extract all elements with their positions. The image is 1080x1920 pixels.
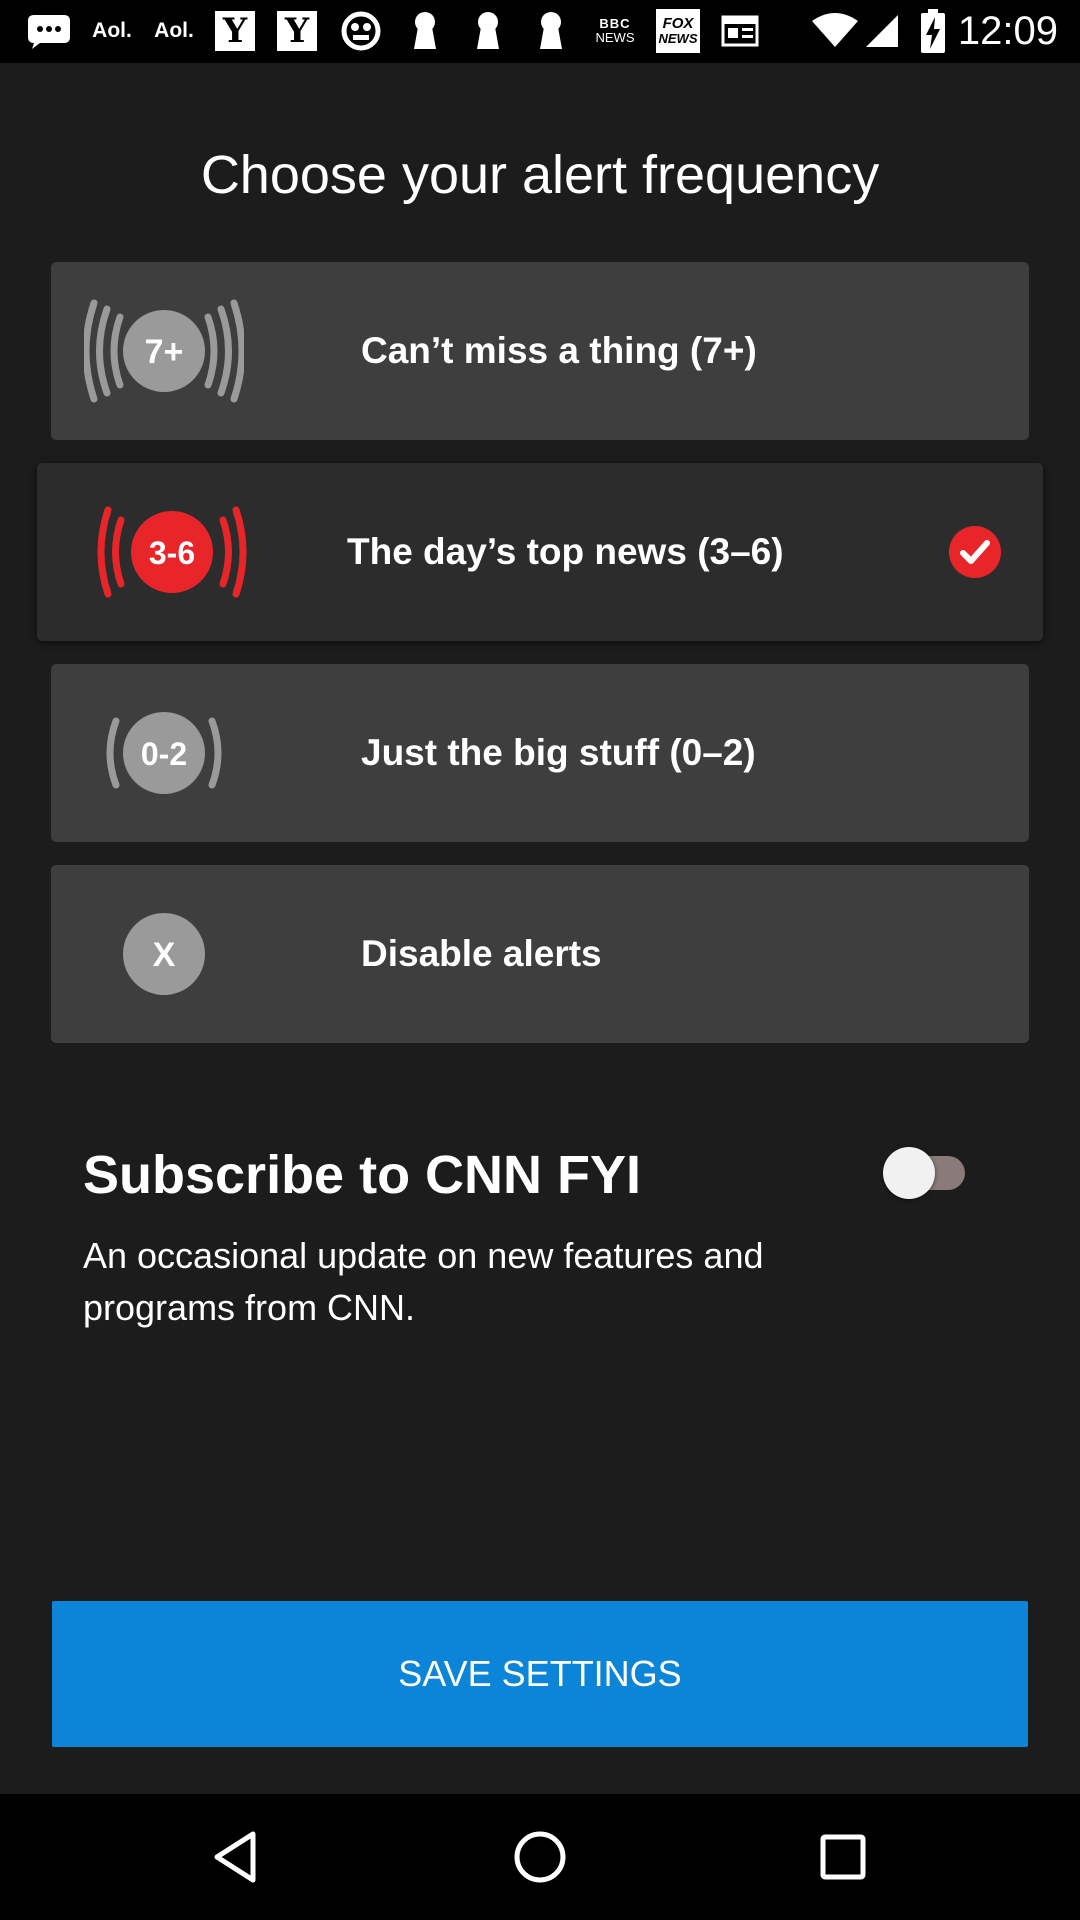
alert-settings-screen: Choose your alert frequency 7+ Can’t mis…: [0, 63, 1080, 1794]
option-label: Disable alerts: [361, 933, 602, 974]
checkmark-icon: [949, 526, 1001, 578]
option-badge: 0-2: [141, 736, 187, 772]
alert-level-low-icon: 0-2: [106, 712, 222, 794]
bbc-news-icon: BBC NEWS: [595, 16, 635, 45]
option-top-news[interactable]: 3-6 The day’s top news (3–6): [37, 463, 1043, 641]
option-disable-alerts[interactable]: X Disable alerts: [51, 865, 1029, 1043]
cell-signal-icon: [862, 10, 902, 52]
option-label: Just the big stuff (0–2): [361, 732, 756, 773]
newspaper-icon: [720, 10, 760, 52]
alert-level-high-icon: 7+: [84, 299, 244, 403]
messages-icon: [26, 10, 72, 52]
battery-charging-icon: [918, 9, 948, 53]
save-settings-button[interactable]: SAVE SETTINGS: [52, 1601, 1028, 1747]
fox-news-icon: FOX NEWS: [655, 9, 701, 53]
option-label: Can’t miss a thing (7+): [361, 330, 757, 371]
fyi-toggle[interactable]: [883, 1146, 967, 1199]
keyhole-icon: [471, 10, 505, 52]
keyhole-icon: [408, 10, 442, 52]
aol-icon: Aol.: [92, 19, 132, 42]
fyi-title: Subscribe to CNN FYI: [83, 1145, 642, 1205]
option-badge: 7+: [145, 333, 184, 371]
page-title: Choose your alert frequency: [200, 145, 880, 205]
keyhole-icon: [534, 10, 568, 52]
option-badge: 3-6: [149, 535, 195, 571]
toggle-thumb: [883, 1147, 935, 1199]
yahoo-icon: Y: [214, 10, 256, 52]
status-bar: Aol. Aol. Y Y BBC NEWS FOX NEWS 12:09: [0, 0, 1080, 63]
wifi-icon: [810, 10, 860, 52]
option-big-stuff[interactable]: 0-2 Just the big stuff (0–2): [51, 664, 1029, 842]
option-cant-miss[interactable]: 7+ Can’t miss a thing (7+): [51, 262, 1029, 440]
alert-level-medium-icon: 3-6: [97, 506, 247, 598]
clock: 12:09: [957, 9, 1058, 53]
yahoo-icon: Y: [276, 10, 318, 52]
aol-icon: Aol.: [154, 19, 194, 42]
option-label: The day’s top news (3–6): [347, 531, 784, 572]
back-icon[interactable]: [203, 1824, 269, 1890]
home-icon[interactable]: [507, 1824, 573, 1890]
option-badge: X: [153, 936, 176, 974]
navigation-bar: [0, 1794, 1080, 1920]
news-app-icon: [340, 10, 382, 52]
recents-icon[interactable]: [810, 1824, 876, 1890]
fyi-description: An occasional update on new features and…: [83, 1235, 764, 1328]
alerts-off-icon: X: [123, 913, 205, 995]
